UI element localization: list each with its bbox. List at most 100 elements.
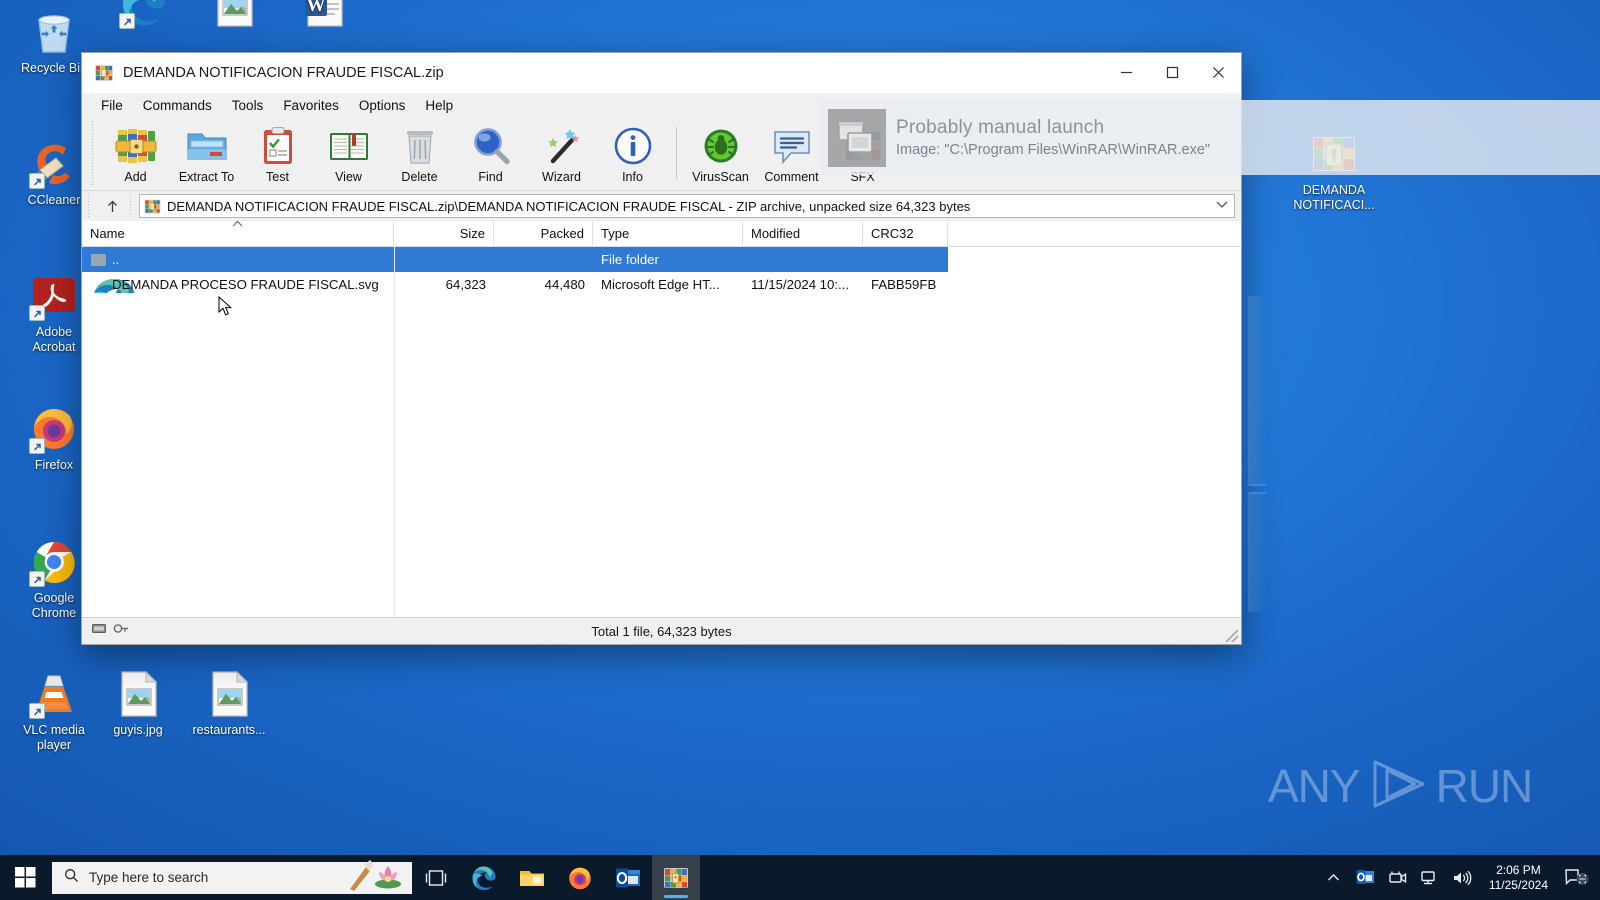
action-center-icon[interactable] [1560, 855, 1594, 900]
toolbar-button-add[interactable]: Add [100, 121, 171, 189]
task-view-icon[interactable] [412, 855, 460, 900]
close-button[interactable] [1195, 53, 1241, 93]
microsoft-edge-icon [90, 276, 107, 293]
cell-name: .. [82, 251, 394, 268]
adobe-acrobat-icon [30, 272, 78, 320]
firefox-icon [30, 405, 78, 453]
column-header-label: Packed [541, 226, 584, 241]
running-indicator [664, 895, 688, 898]
file-list[interactable]: .. File folder DEMANDA PROCESO FRAUDE FISC… [82, 247, 1241, 617]
search-icon [64, 868, 79, 888]
column-header-type[interactable]: Type [593, 221, 743, 246]
camera-tray-icon[interactable] [1383, 855, 1413, 900]
menu-item-options[interactable]: Options [350, 95, 415, 116]
desktop-icon-vlc-media[interactable]: VLC mediaplayer [8, 670, 100, 753]
comment-bubble-icon [771, 125, 813, 167]
mouse-cursor [218, 296, 234, 318]
system-tray[interactable]: 2:06 PM 11/25/2024 [1319, 855, 1600, 900]
toolbar-button-test[interactable]: Test [242, 121, 313, 189]
firefox-icon[interactable] [556, 855, 604, 900]
microsoft-edge-icon [120, 0, 168, 28]
desktop-icon-word-file[interactable]: W [278, 0, 370, 33]
column-header-label: Type [601, 226, 629, 241]
address-bar[interactable]: DEMANDA NOTIFICACION FRAUDE FISCAL.zip\D… [82, 191, 1241, 221]
wizard-wand-icon [541, 125, 583, 167]
shortcut-arrow-icon [29, 305, 45, 321]
toolbar-grip[interactable] [90, 121, 96, 187]
search-input[interactable]: Type here to search [52, 862, 412, 894]
column-header-modified[interactable]: Modified [743, 221, 863, 246]
cell-name: DEMANDA PROCESO FRAUDE FISCAL.svg [82, 276, 394, 293]
toolbar-button-virusscan[interactable]: VirusScan [685, 121, 756, 189]
address-field-grip[interactable] [130, 195, 135, 217]
winrar-icon[interactable] [652, 855, 700, 900]
chevron-down-icon[interactable] [1212, 200, 1232, 212]
toolbar-button-info[interactable]: Info [597, 121, 668, 189]
file-list-header[interactable]: Name Size Packed Type ModifiedCRC32 [82, 221, 1241, 247]
column-header-label: Size [460, 226, 485, 241]
toolbar-button-label: View [335, 170, 362, 184]
desktop-icon-guyis-jpg[interactable]: guyis.jpg [92, 670, 184, 738]
toolbar-button-label: Test [266, 170, 289, 184]
minimize-button[interactable] [1103, 53, 1149, 93]
desktop-icon-image-file[interactable] [188, 0, 280, 33]
menu-item-commands[interactable]: Commands [134, 95, 221, 116]
window-titlebar[interactable]: DEMANDA NOTIFICACION FRAUDE FISCAL.zip [82, 53, 1241, 93]
toolbar-button-extract-to[interactable]: Extract To [171, 121, 242, 189]
up-one-level-button[interactable] [96, 194, 128, 218]
address-field[interactable]: DEMANDA NOTIFICACION FRAUDE FISCAL.zip\D… [139, 194, 1235, 218]
lotus-paint-icon[interactable] [346, 859, 404, 896]
windows-start-icon[interactable] [0, 855, 50, 900]
maximize-button[interactable] [1149, 53, 1195, 93]
svg-text:W: W [307, 0, 326, 16]
outlook-icon[interactable] [604, 855, 652, 900]
test-clipboard-icon [257, 125, 299, 167]
outlook-tray-icon[interactable] [1351, 855, 1381, 900]
recycle-bin-icon [30, 8, 78, 56]
toolbar-button-view[interactable]: View [313, 121, 384, 189]
desktop-icon-restaurants[interactable]: restaurants... [183, 670, 275, 738]
desktop-icon-microsoft-edge[interactable] [98, 0, 190, 33]
column-header-packed[interactable]: Packed [494, 221, 593, 246]
table-row[interactable]: .. File folder [82, 247, 948, 272]
process-tooltip: Probably manual launch Image: "C:\Progra… [820, 100, 1600, 175]
cell-type: File folder [593, 252, 743, 267]
column-header-size[interactable]: Size [394, 221, 494, 246]
search-placeholder: Type here to search [89, 870, 346, 885]
table-row[interactable]: DEMANDA PROCESO FRAUDE FISCAL.svg64,3234… [82, 272, 1241, 297]
cell-type: Microsoft Edge HT... [593, 277, 743, 292]
toolbar-button-find[interactable]: Find [455, 121, 526, 189]
menu-item-help[interactable]: Help [416, 95, 462, 116]
toolbar-button-label: VirusScan [692, 170, 749, 184]
toolbar-button-delete[interactable]: Delete [384, 121, 455, 189]
volume-tray-icon[interactable] [1447, 855, 1477, 900]
anyrun-watermark: ANY RUN [1268, 755, 1514, 817]
menu-item-favorites[interactable]: Favorites [274, 95, 348, 116]
cell-text: 11/15/2024 10:... [751, 277, 849, 292]
toolbar-button-label: Extract To [179, 170, 234, 184]
resize-grip[interactable] [1226, 630, 1238, 642]
watermark-text-right: RUN [1436, 763, 1533, 809]
extract-folder-icon [186, 125, 228, 167]
desktop-icon-label: DEMANDANOTIFICACI... [1288, 183, 1380, 213]
status-bar: Total 1 file, 64,323 bytes [82, 617, 1241, 644]
toolbar-separator [676, 127, 677, 179]
up-button-grip[interactable] [88, 195, 93, 217]
cell-packed: 44,480 [494, 277, 593, 292]
toolbar-button-label: Wizard [542, 170, 581, 184]
taskbar[interactable]: Type here to search [0, 855, 1600, 900]
menu-item-tools[interactable]: Tools [223, 95, 273, 116]
microsoft-edge-icon[interactable] [460, 855, 508, 900]
column-header-crc32[interactable]: CRC32 [863, 221, 948, 246]
network-tray-icon[interactable] [1415, 855, 1445, 900]
menu-item-file[interactable]: File [92, 95, 132, 116]
folder-up-icon [90, 251, 107, 268]
shortcut-arrow-icon [29, 438, 45, 454]
clock[interactable]: 2:06 PM 11/25/2024 [1479, 863, 1558, 893]
toolbar-button-wizard[interactable]: Wizard [526, 121, 597, 189]
file-explorer-icon[interactable] [508, 855, 556, 900]
toolbar-button-comment[interactable]: Comment [756, 121, 827, 189]
column-divider [394, 247, 395, 617]
tray-chevron-up-icon[interactable] [1319, 855, 1349, 900]
column-header-name[interactable]: Name [82, 221, 394, 246]
